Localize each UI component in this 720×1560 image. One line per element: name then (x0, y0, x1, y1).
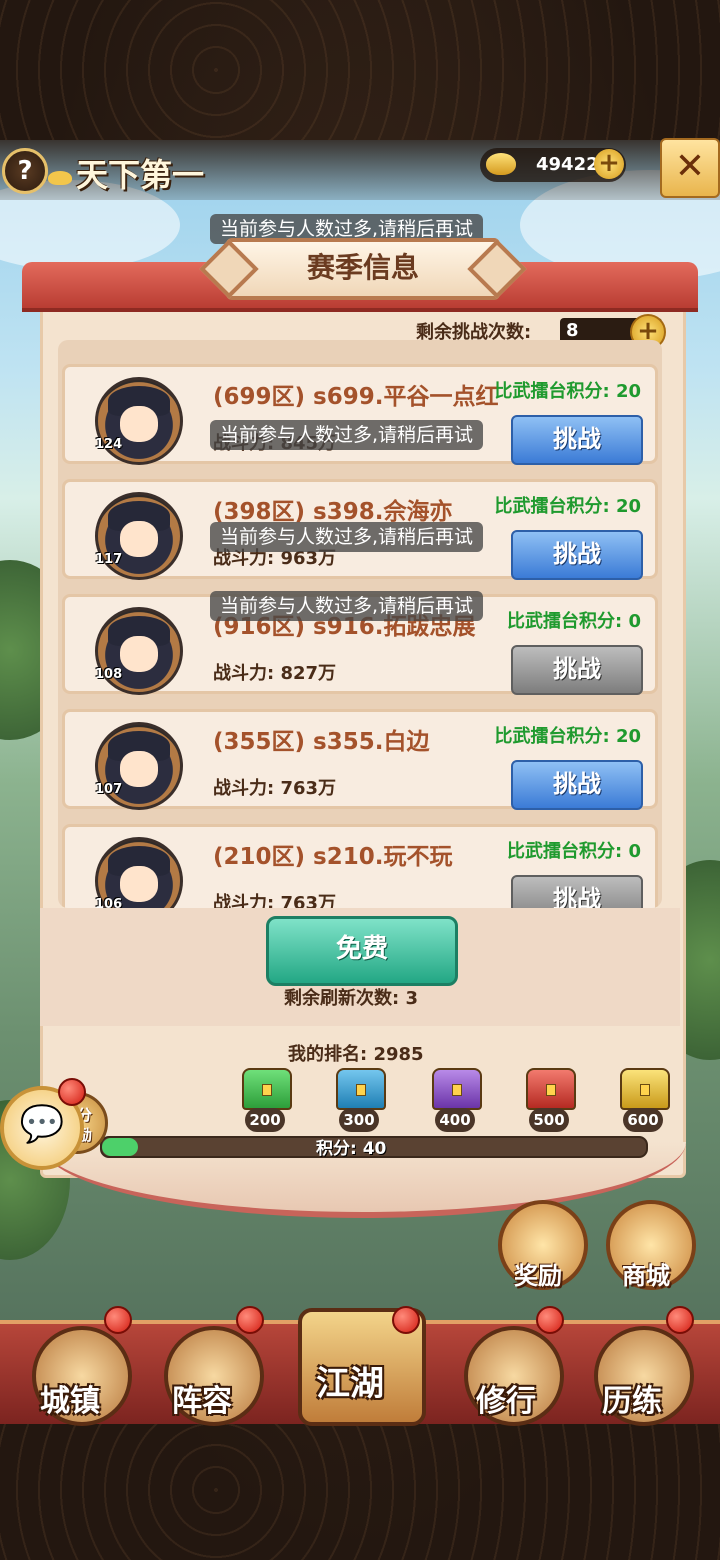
reward-button-label: 奖励 (514, 1262, 562, 1290)
notification-dot (236, 1306, 264, 1334)
challenge-button[interactable]: 挑战 (511, 760, 643, 810)
reward-chest-icon[interactable] (620, 1068, 670, 1110)
challenge-button[interactable]: 挑战 (511, 415, 643, 465)
player-score: 比武擂台积分: 20 (494, 381, 641, 402)
my-rank-text: 我的排名: 2985 (288, 1044, 424, 1065)
nav-lineup-label: 阵容 (172, 1384, 232, 1419)
refresh-remaining-text: 剩余刷新次数: 3 (284, 988, 418, 1009)
player-level: 117 (95, 552, 123, 567)
player-level: 106 (95, 897, 123, 908)
add-gold-button[interactable]: + (594, 149, 624, 179)
nav-town-label: 城镇 (40, 1384, 100, 1419)
page-title: 天下第一 (48, 150, 204, 196)
player-score: 比武擂台积分: 0 (507, 841, 641, 862)
reward-chest-icon[interactable] (242, 1068, 292, 1110)
nav-training-label: 修行 (476, 1384, 536, 1419)
score-progress-fill (102, 1138, 139, 1156)
notification-dot (666, 1306, 694, 1334)
ingot-icon (48, 170, 72, 185)
player-power: 战斗力: 763万 (213, 893, 337, 908)
player-name: (355区) s355.白边 (213, 729, 430, 755)
gold-amount: 49422 (536, 154, 599, 175)
player-power: 战斗力: 763万 (213, 778, 337, 799)
chest-threshold: 200 (245, 1108, 285, 1132)
player-level: 107 (95, 782, 123, 797)
shop-button-label: 商城 (622, 1262, 670, 1290)
toast-message: 当前参与人数过多,请稍后再试 (210, 591, 484, 621)
nav-jianghu-label: 江湖 (316, 1364, 384, 1404)
nav-trial-label: 历练 (602, 1384, 662, 1419)
reward-chest-icon[interactable] (526, 1068, 576, 1110)
toast-message: 当前参与人数过多,请稍后再试 (210, 420, 484, 450)
player-level: 108 (95, 667, 123, 682)
notification-dot (536, 1306, 564, 1334)
challenge-button[interactable]: 挑战 (511, 645, 643, 695)
chest-threshold: 400 (435, 1108, 475, 1132)
challenge-button[interactable]: 挑战 (511, 530, 643, 580)
player-name: (398区) s398.佘海亦 (213, 499, 453, 525)
player-score: 比武擂台积分: 20 (494, 726, 641, 747)
challenge-button[interactable]: 挑战 (511, 875, 643, 908)
notification-dot (104, 1306, 132, 1334)
opponent-row: 107 (355区) s355.白边 战斗力: 763万 比武擂台积分: 20 … (62, 709, 658, 810)
reward-chest-icon[interactable] (432, 1068, 482, 1110)
reward-chest-icon[interactable] (336, 1068, 386, 1110)
free-refresh-button[interactable]: 免费 (266, 916, 458, 986)
notification-dot (58, 1078, 86, 1106)
gold-ingot-icon (486, 153, 516, 175)
score-progress-label: 积分: 40 (316, 1139, 387, 1159)
player-score: 比武擂台积分: 0 (507, 611, 641, 632)
player-power: 战斗力: 827万 (213, 663, 337, 684)
notification-dot (392, 1306, 420, 1334)
help-button[interactable]: ? (2, 148, 48, 194)
player-name: (210区) s210.玩不玩 (213, 844, 453, 870)
season-info-title: 赛季信息 (226, 238, 500, 300)
page-title-text: 天下第一 (76, 156, 205, 194)
player-level: 124 (95, 437, 123, 452)
player-name: (699区) s699.平谷一点红 (213, 384, 499, 410)
close-button[interactable]: ✕ (660, 138, 720, 198)
chest-threshold: 300 (339, 1108, 379, 1132)
opponent-row: 106 (210区) s210.玩不玩 战斗力: 763万 比武擂台积分: 0 … (62, 824, 658, 908)
chat-bubble-icon: 💬 (19, 1104, 65, 1145)
gold-counter: 49422 + (480, 148, 626, 182)
chest-threshold: 600 (623, 1108, 663, 1132)
chest-threshold: 500 (529, 1108, 569, 1132)
player-score: 比武擂台积分: 20 (494, 496, 641, 517)
toast-message: 当前参与人数过多,请稍后再试 (210, 522, 484, 552)
